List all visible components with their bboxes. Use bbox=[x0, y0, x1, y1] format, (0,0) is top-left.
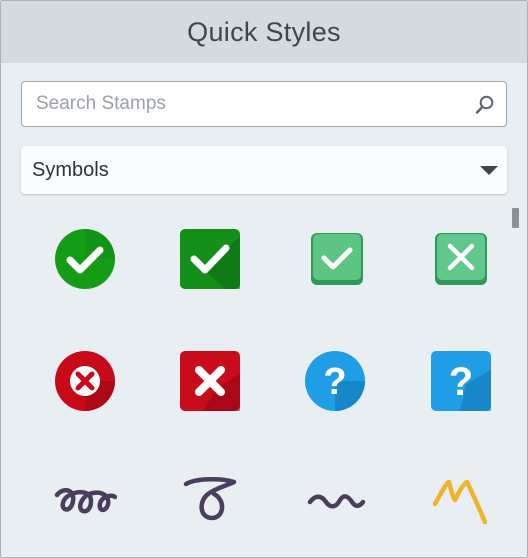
blue-circle-question-icon: ? bbox=[305, 351, 365, 411]
green-soft-checkmark-icon bbox=[311, 233, 363, 285]
search-icon[interactable] bbox=[474, 94, 496, 116]
blue-square-question-icon: ? bbox=[431, 351, 491, 411]
stamp-zigzag-line[interactable] bbox=[429, 467, 493, 531]
search-input[interactable] bbox=[36, 82, 466, 126]
red-circle-x-icon bbox=[55, 351, 115, 411]
wavy-line-icon bbox=[307, 494, 366, 509]
quick-styles-panel: Quick Styles Symbols bbox=[0, 0, 528, 558]
stamp-blue-square-question[interactable]: ? bbox=[429, 349, 493, 413]
stamp-double-loop[interactable] bbox=[53, 469, 117, 533]
chevron-down-icon[interactable] bbox=[480, 166, 498, 175]
stamp-single-loop[interactable] bbox=[178, 467, 242, 531]
red-square-x-icon bbox=[180, 351, 240, 411]
stamp-green-soft-check[interactable] bbox=[305, 227, 369, 291]
green-soft-x-icon bbox=[435, 233, 487, 285]
search-box[interactable] bbox=[21, 81, 507, 127]
panel-title: Quick Styles bbox=[1, 1, 527, 63]
single-loop-squiggle-icon bbox=[183, 477, 237, 521]
green-square-checkmark-icon bbox=[180, 229, 240, 289]
stamp-green-soft-x[interactable] bbox=[429, 227, 493, 291]
green-circle-checkmark-icon bbox=[55, 229, 115, 289]
stamp-green-circle-check[interactable] bbox=[53, 227, 117, 291]
category-dropdown[interactable]: Symbols bbox=[21, 146, 507, 194]
stamp-green-square-check[interactable] bbox=[178, 227, 242, 291]
stamp-wavy-line[interactable] bbox=[304, 469, 368, 533]
scrollbar-thumb[interactable] bbox=[512, 208, 519, 228]
zigzag-line-icon bbox=[432, 479, 488, 525]
double-loop-squiggle-icon bbox=[54, 487, 117, 514]
stamp-red-square-x[interactable] bbox=[178, 349, 242, 413]
stamp-blue-circle-question[interactable]: ? bbox=[303, 349, 367, 413]
category-dropdown-label: Symbols bbox=[32, 159, 109, 181]
stamp-red-circle-x[interactable] bbox=[53, 349, 117, 413]
stamp-grid: ? ? bbox=[25, 223, 505, 557]
svg-text:?: ? bbox=[449, 360, 473, 404]
svg-text:?: ? bbox=[323, 361, 346, 403]
